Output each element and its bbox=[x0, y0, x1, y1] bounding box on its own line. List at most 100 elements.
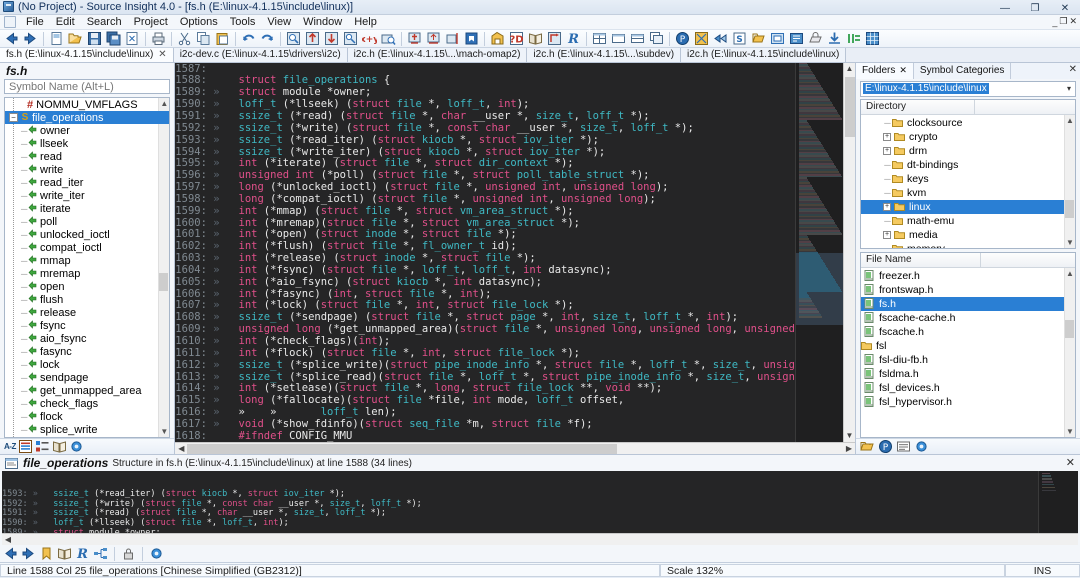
symbol-tree-item-write[interactable]: ─ write bbox=[5, 163, 169, 176]
directory-row-kvm[interactable]: ─ kvm bbox=[861, 186, 1075, 200]
symbol-search-input[interactable]: Symbol Name (Alt+L) bbox=[4, 78, 171, 95]
file-row-fsl[interactable]: fsl bbox=[861, 339, 1075, 353]
symbol-lookup-icon[interactable]: S bbox=[730, 30, 749, 47]
file-tab-3[interactable]: i2c.h (E:\linux-4.1.15\...\subdev) bbox=[527, 48, 682, 62]
compare-icon[interactable] bbox=[844, 30, 863, 47]
bookmark-add-icon[interactable] bbox=[405, 30, 424, 47]
file-tab-2[interactable]: i2c.h (E:\linux-4.1.15\...\mach-omap2) bbox=[347, 48, 528, 62]
menu-options[interactable]: Options bbox=[174, 15, 224, 29]
relation-icon[interactable]: R bbox=[564, 30, 583, 47]
scroll-thumb[interactable] bbox=[1065, 319, 1074, 338]
symbol-tree-item-compat_ioctl[interactable]: ─ compat_ioctl bbox=[5, 241, 169, 254]
child-minimize-button[interactable]: _ bbox=[1052, 17, 1057, 27]
back-icon[interactable] bbox=[2, 30, 21, 47]
symbol-tree-item-flush[interactable]: ─ flush bbox=[5, 293, 169, 306]
expand-toggle-icon[interactable]: + bbox=[883, 132, 891, 141]
close-icon[interactable]: ✕ bbox=[899, 65, 907, 76]
file-row-fsl_devices.h[interactable]: fsl_devices.h bbox=[861, 381, 1075, 395]
expand-toggle-icon[interactable]: + bbox=[883, 202, 891, 211]
directory-row-media[interactable]: + media bbox=[861, 228, 1075, 242]
context-window-icon[interactable] bbox=[488, 30, 507, 47]
directory-row-dt-bindings[interactable]: ─ dt-bindings bbox=[861, 158, 1075, 172]
editor-horizontal-scrollbar[interactable]: ◀ ▶ bbox=[175, 442, 855, 455]
document-system-icon[interactable] bbox=[4, 15, 16, 28]
menu-file[interactable]: File bbox=[20, 15, 50, 29]
file-tab-4[interactable]: i2c.h (E:\linux-4.1.15\include\linux) bbox=[681, 48, 847, 62]
directory-scrollbar[interactable]: ▲ ▼ bbox=[1064, 114, 1075, 248]
symbol-type-view-icon[interactable] bbox=[35, 439, 50, 454]
path-combo-box[interactable]: E:\linux-4.1.15\include\linux ▾ bbox=[860, 80, 1076, 97]
undo-icon[interactable] bbox=[239, 30, 258, 47]
close-file-icon[interactable] bbox=[123, 30, 142, 47]
code-line-1618[interactable]: 1618: #ifndef CONFIG_MMU bbox=[175, 430, 795, 442]
symbol-tree-item-release[interactable]: ─ release bbox=[5, 306, 169, 319]
replace-icon[interactable] bbox=[341, 30, 360, 47]
symbol-info-icon[interactable]: ?D bbox=[507, 30, 526, 47]
redo-icon[interactable] bbox=[258, 30, 277, 47]
symbol-tree-item-poll[interactable]: ─ poll bbox=[5, 215, 169, 228]
file-list-icon[interactable] bbox=[749, 30, 768, 47]
scroll-thumb[interactable] bbox=[187, 443, 618, 454]
settings-icon[interactable] bbox=[69, 439, 84, 454]
symbol-tree-item-mmap[interactable]: ─ mmap bbox=[5, 254, 169, 267]
directory-row-math-emu[interactable]: ─ math-emu bbox=[861, 214, 1075, 228]
syntax-icon[interactable] bbox=[711, 30, 730, 47]
right-panel-close-icon[interactable]: ✕ bbox=[1069, 64, 1077, 75]
forward-icon[interactable] bbox=[21, 30, 40, 47]
directory-row-keys[interactable]: ─ keys bbox=[861, 172, 1075, 186]
reference-icon[interactable] bbox=[545, 30, 564, 47]
code-editor[interactable]: 1587: 1588: struct file_operations {1589… bbox=[175, 62, 855, 443]
symbol-tree-item-write_iter[interactable]: ─ write_iter bbox=[5, 189, 169, 202]
goto-line-icon[interactable]: x+y bbox=[360, 30, 379, 47]
project-settings-icon[interactable] bbox=[692, 30, 711, 47]
child-restore-button[interactable]: ❐ bbox=[1059, 16, 1067, 27]
bookmark-prev-icon[interactable] bbox=[424, 30, 443, 47]
settings-icon[interactable] bbox=[914, 439, 929, 454]
save-icon[interactable] bbox=[85, 30, 104, 47]
file-row-freezer.h[interactable]: freezer.h bbox=[861, 269, 1075, 283]
symbol-tree-item-read_iter[interactable]: ─ read_iter bbox=[5, 176, 169, 189]
horizontal-split-icon[interactable] bbox=[609, 30, 628, 47]
file-view-icon[interactable] bbox=[896, 439, 911, 454]
symbol-tree-item-read[interactable]: ─ read bbox=[5, 150, 169, 163]
symbol-tree-item-aio_fsync[interactable]: ─ aio_fsync bbox=[5, 332, 169, 345]
new-file-icon[interactable] bbox=[47, 30, 66, 47]
scroll-down-icon[interactable]: ▼ bbox=[844, 430, 855, 442]
symbol-tree-item-flock[interactable]: ─ flock bbox=[5, 410, 169, 423]
context-minimap[interactable] bbox=[1038, 471, 1078, 534]
find-next-icon[interactable] bbox=[322, 30, 341, 47]
directory-row-crypto[interactable]: + crypto bbox=[861, 130, 1075, 144]
browse-icon[interactable] bbox=[52, 439, 67, 454]
symbol-tree-item-mremap[interactable]: ─ mremap bbox=[5, 267, 169, 280]
expand-toggle-icon[interactable]: + bbox=[883, 230, 891, 239]
symbol-tree-item-splice_read[interactable]: ─splice_read bbox=[5, 436, 169, 438]
code-text[interactable]: 1587: 1588: struct file_operations {1589… bbox=[175, 63, 795, 442]
symbol-tree-item-file_operations[interactable]: − Sfile_operations bbox=[5, 111, 170, 125]
find-icon[interactable] bbox=[284, 30, 303, 47]
bookmark-next-icon[interactable] bbox=[443, 30, 462, 47]
project-icon[interactable]: P bbox=[673, 30, 692, 47]
symbol-tree-item-get_unmapped_area[interactable]: ─ get_unmapped_area bbox=[5, 384, 169, 397]
scroll-right-icon[interactable]: ▶ bbox=[843, 444, 855, 453]
sync-icon[interactable] bbox=[787, 30, 806, 47]
print-icon[interactable] bbox=[149, 30, 168, 47]
sort-alpha-icon[interactable]: A-Z bbox=[4, 442, 16, 451]
symbol-tree-item-check_flags[interactable]: ─ check_flags bbox=[5, 397, 169, 410]
tile-icon[interactable] bbox=[590, 30, 609, 47]
directory-column-header[interactable]: Directory bbox=[861, 99, 1075, 115]
file-row-fsldma.h[interactable]: fsldma.h bbox=[861, 367, 1075, 381]
symbol-tree-item-lock[interactable]: ─ lock bbox=[5, 358, 169, 371]
reference-icon[interactable]: R bbox=[75, 546, 90, 561]
symbol-tree-item-owner[interactable]: ─ owner bbox=[5, 124, 169, 137]
project-icon[interactable]: P bbox=[878, 439, 893, 454]
scroll-thumb[interactable] bbox=[1065, 199, 1074, 218]
collapse-toggle-icon[interactable]: − bbox=[9, 113, 18, 123]
scroll-up-icon[interactable]: ▲ bbox=[844, 63, 855, 75]
browse-icon[interactable] bbox=[526, 30, 545, 47]
editor-vertical-scrollbar[interactable]: ▲ ▼ bbox=[843, 62, 855, 443]
scroll-down-icon[interactable]: ▼ bbox=[1065, 237, 1075, 248]
close-button[interactable]: ✕ bbox=[1050, 0, 1080, 16]
directory-row-linux[interactable]: + linux bbox=[861, 199, 1075, 214]
context-close-icon[interactable]: ✕ bbox=[1066, 456, 1075, 469]
file-tab-1[interactable]: i2c-dev.c (E:\linux-4.1.15\drivers\i2c) bbox=[173, 48, 348, 62]
